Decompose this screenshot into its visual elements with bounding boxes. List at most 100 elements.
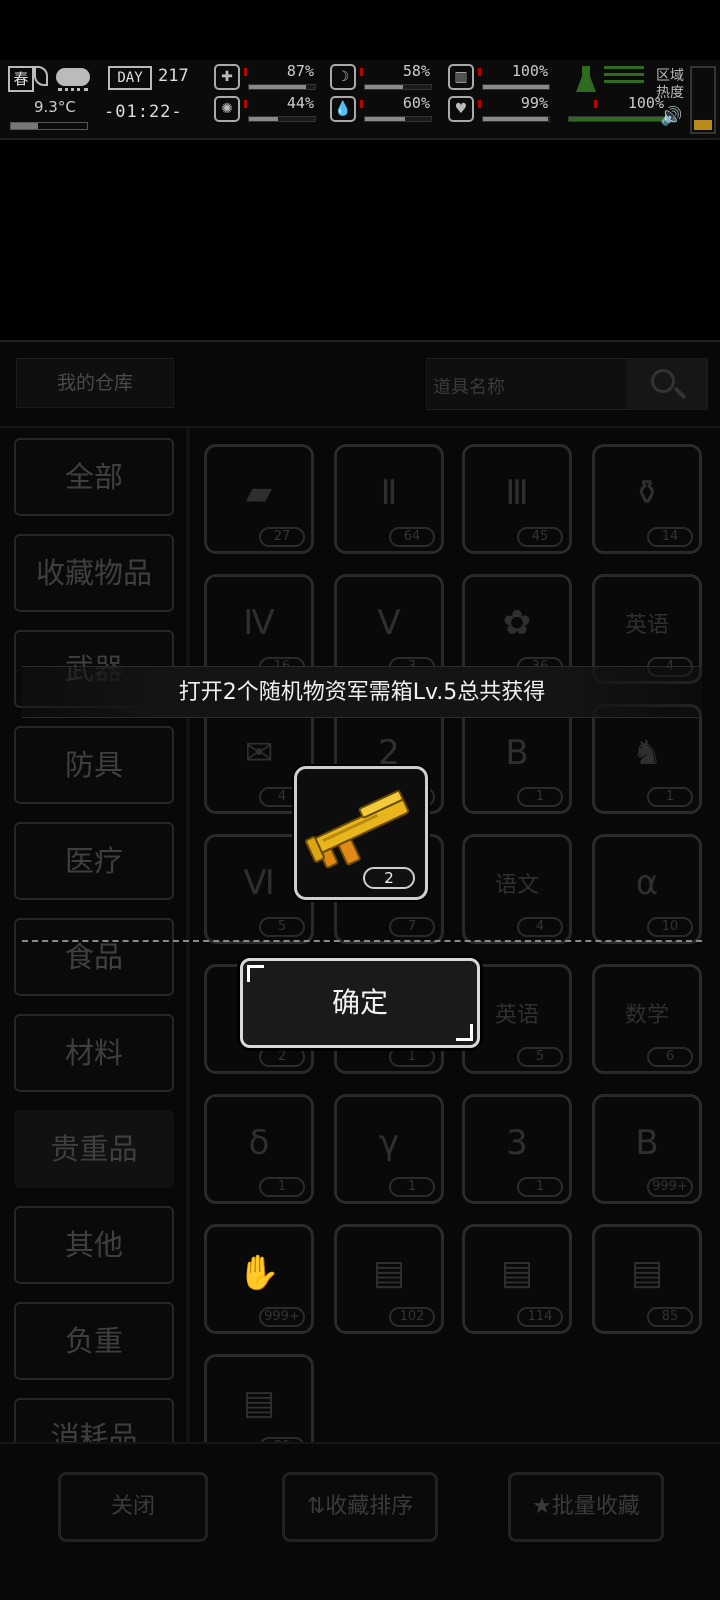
- stat-value: 100%: [511, 62, 548, 80]
- rain-icon: [58, 88, 88, 94]
- statue-icon: ♞: [631, 733, 663, 773]
- item-slot-supply-crate-3[interactable]: ▤ 85: [592, 1224, 702, 1334]
- item-slot-potion-ii[interactable]: Ⅱ 64: [334, 444, 444, 554]
- golden-shotgun-icon: [305, 790, 410, 869]
- vase-icon: ⚱: [632, 473, 662, 513]
- item-slot-potion-alpha[interactable]: α 10: [592, 834, 702, 944]
- item-slot-chinese-book[interactable]: 语文 4: [462, 834, 572, 944]
- batch-label: 批量收藏: [551, 1494, 640, 1519]
- flower-icon: ✿: [502, 603, 532, 643]
- category-tab[interactable]: 贵重品: [14, 1110, 174, 1188]
- item-count: 1: [389, 1177, 435, 1197]
- reward-message: 打开2个随机物资军需箱Lv.5总共获得: [178, 680, 546, 705]
- sort-favorites-button[interactable]: ⇅收藏排序: [282, 1472, 438, 1542]
- item-count: 27: [259, 527, 305, 547]
- sort-label: 收藏排序: [325, 1494, 414, 1519]
- category-tab[interactable]: 医疗: [14, 822, 174, 900]
- temperature-value: 9.3°C: [34, 98, 76, 116]
- stat-stamina: ▥ 100%: [448, 62, 558, 96]
- item-count: 999+: [647, 1177, 693, 1197]
- close-button[interactable]: 关闭: [58, 1472, 208, 1542]
- stat-bar: [248, 84, 316, 90]
- day-label: DAY: [108, 66, 152, 90]
- item-slot-coin-bag[interactable]: B1: [462, 704, 572, 814]
- sort-icon: ⇅: [306, 1494, 326, 1519]
- potion-iii-icon: Ⅲ: [505, 473, 529, 513]
- potion-vi-icon: Ⅵ: [243, 863, 275, 903]
- item-count: 1: [389, 1047, 435, 1067]
- item-slot-potion-iii[interactable]: Ⅲ 45: [462, 444, 572, 554]
- item-count: 7: [389, 917, 435, 937]
- coin-token-icon: B: [635, 1123, 659, 1163]
- search-button[interactable]: [627, 359, 707, 409]
- item-count: 1: [517, 787, 563, 807]
- confirm-button[interactable]: 确定: [240, 958, 480, 1048]
- battery-icon: ▥: [448, 64, 474, 90]
- medkit-icon: ✚: [214, 64, 240, 90]
- reward-item-slot[interactable]: 2: [294, 766, 428, 900]
- stat-value: 87%: [286, 62, 314, 80]
- stat-bar: [568, 116, 666, 122]
- supply-crate-2-icon: ▤: [500, 1253, 534, 1293]
- item-count: 4: [517, 917, 563, 937]
- stat-value: 58%: [402, 62, 430, 80]
- item-slot-potion-delta[interactable]: δ1: [204, 1094, 314, 1204]
- english-book-icon: 英语: [624, 613, 669, 638]
- stat-bar: [248, 116, 316, 122]
- item-count: 102: [389, 1307, 435, 1327]
- item-slot-statue[interactable]: ♞ 1: [592, 704, 702, 814]
- batch-favorite-button[interactable]: ★批量收藏: [508, 1472, 664, 1542]
- category-tab[interactable]: 收藏物品: [14, 534, 174, 612]
- item-slot-potion-gamma[interactable]: γ1: [334, 1094, 444, 1204]
- item-count: 10: [647, 917, 693, 937]
- speaker-icon[interactable]: 🔊: [660, 106, 682, 127]
- category-tab[interactable]: 其他: [14, 1206, 174, 1284]
- category-tab[interactable]: 防具: [14, 726, 174, 804]
- item-slot-poster[interactable]: ✋ 999+: [204, 1224, 314, 1334]
- potion-delta-icon: δ: [248, 1123, 270, 1163]
- potion-iv-icon: Ⅳ: [243, 603, 275, 643]
- item-slot-math-book[interactable]: 数学 6: [592, 964, 702, 1074]
- search-box[interactable]: 道具名称: [426, 358, 708, 410]
- region-heat-label: 区域热度: [656, 68, 684, 101]
- supply-crate-3-icon: ▤: [630, 1253, 664, 1293]
- item-slot-vase[interactable]: ⚱ 14: [592, 444, 702, 554]
- category-tab[interactable]: 食品: [14, 918, 174, 996]
- potion-gamma-icon: γ: [378, 1123, 400, 1163]
- heart-icon: ♥: [448, 96, 474, 122]
- item-slot-coin-token[interactable]: B 999+: [592, 1094, 702, 1204]
- item-count: 5: [259, 917, 305, 937]
- day-number: 217: [158, 66, 189, 86]
- item-slot-metal-bars[interactable]: ▰ 27: [204, 444, 314, 554]
- stat-bar: [482, 116, 550, 122]
- brain-icon: ✺: [214, 96, 240, 122]
- category-tab[interactable]: 材料: [14, 1014, 174, 1092]
- stat-value: 44%: [286, 94, 314, 112]
- category-tab[interactable]: 负重: [14, 1302, 174, 1380]
- item-count: 5: [517, 1047, 563, 1067]
- map-card-icon: ✉: [244, 733, 274, 773]
- poster-icon: ✋: [237, 1253, 281, 1293]
- item-slot-supply-crate-2[interactable]: ▤ 114: [462, 1224, 572, 1334]
- item-count: 14: [647, 527, 693, 547]
- coin-bag-icon: B: [505, 733, 529, 773]
- item-slot-level-card-3[interactable]: 31: [462, 1094, 572, 1204]
- item-count: 6: [647, 1047, 693, 1067]
- region-heat-meter: [690, 66, 716, 134]
- item-slot-supply-crate-1[interactable]: ▤ 102: [334, 1224, 444, 1334]
- search-input[interactable]: 道具名称: [433, 373, 505, 399]
- math-book-icon: 数学: [624, 1003, 669, 1028]
- green-stat-icon: [576, 66, 596, 92]
- metal-bars-icon: ▰: [245, 473, 273, 513]
- item-count: 45: [517, 527, 563, 547]
- search-icon: [651, 369, 675, 393]
- potion-ii-icon: Ⅱ: [380, 473, 398, 513]
- water-drop-icon: 💧: [330, 96, 356, 122]
- bottom-toolbar: 关闭 ⇅收藏排序 ★批量收藏: [0, 1442, 720, 1600]
- category-tab[interactable]: 全部: [14, 438, 174, 516]
- item-count: 85: [647, 1307, 693, 1327]
- item-count: 1: [647, 787, 693, 807]
- potion-v-icon: Ⅴ: [377, 603, 401, 643]
- reward-banner: 打开2个随机物资军需箱Lv.5总共获得: [22, 666, 702, 718]
- item-count: 1: [259, 1177, 305, 1197]
